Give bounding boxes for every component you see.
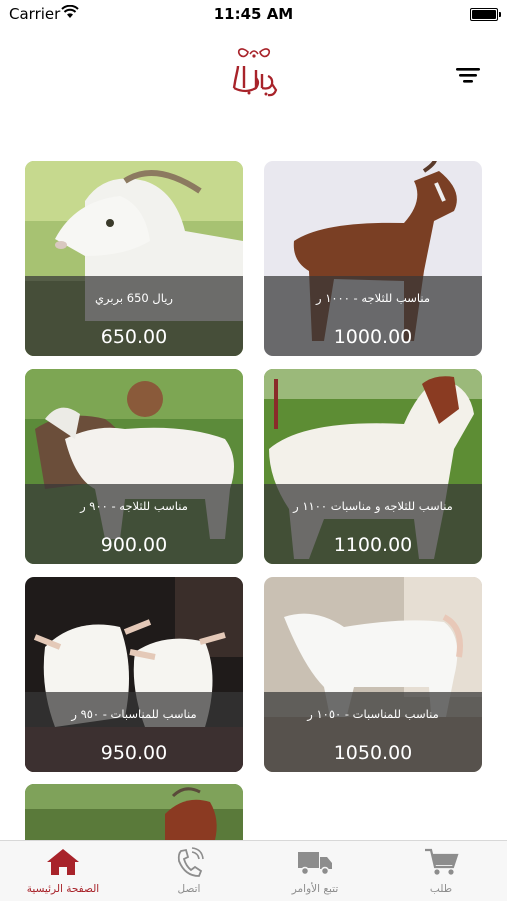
product-price: 950.00 — [100, 742, 168, 764]
tab-home[interactable]: الصفحة الرئيسية — [0, 841, 126, 901]
product-card[interactable]: مناسب للمناسبات - ٩٥٠ ر 950.00 — [25, 577, 243, 772]
tab-track-orders[interactable]: تتبع الأوامر — [252, 841, 378, 901]
card-overlay: مناسب للثلاجه - ٩٠٠ ر 900.00 — [25, 484, 243, 564]
card-overlay: مناسب للثلاجه و مناسبات ١١٠٠ ر 1100.00 — [264, 484, 482, 564]
card-overlay: مناسب للثلاجه - ١٠٠٠ ر 1000.00 — [264, 276, 482, 356]
product-card[interactable]: مناسب للثلاجه - ٩٠٠ ر 900.00 — [25, 369, 243, 564]
product-card[interactable]: ريال 650 بربري 650.00 — [25, 161, 243, 356]
card-overlay: مناسب للمناسبات - ١٠٥٠ ر 1050.00 — [264, 692, 482, 772]
product-grid: ريال 650 بربري 650.00 مناسب للثلاجه - ١٠… — [0, 0, 507, 840]
home-icon — [47, 849, 79, 875]
product-price: 1100.00 — [333, 534, 413, 556]
product-description: مناسب للثلاجه - ١٠٠٠ ر — [315, 291, 431, 305]
tab-order-label: طلب — [429, 883, 453, 895]
product-price: 900.00 — [100, 534, 168, 556]
tab-track-orders-label: تتبع الأوامر — [291, 883, 339, 895]
product-price: 1000.00 — [333, 326, 413, 348]
product-description: ريال 650 بربري — [95, 291, 173, 305]
product-description: مناسب للمناسبات - ١٠٥٠ ر — [307, 707, 439, 721]
product-card[interactable]: مناسب للثلاجه - ١٠٠٠ ر 1000.00 — [264, 161, 482, 356]
tab-contact[interactable]: اتصل — [126, 841, 252, 901]
truck-icon — [298, 852, 332, 876]
product-card[interactable]: مناسب للثلاجه و مناسبات ١١٠٠ ر 1100.00 — [264, 369, 482, 564]
card-overlay: ريال 650 بربري 650.00 — [25, 276, 243, 356]
product-description: مناسب للثلاجه و مناسبات ١١٠٠ ر — [293, 499, 453, 513]
tab-bar: الصفحة الرئيسية اتصل تتبع الأوامر طلب — [0, 840, 507, 901]
tab-home-label: الصفحة الرئيسية — [26, 883, 100, 895]
tab-order[interactable]: طلب — [378, 841, 504, 901]
tab-contact-label: اتصل — [177, 883, 201, 895]
product-price: 650.00 — [100, 326, 168, 348]
cart-icon — [425, 848, 459, 875]
phone-icon — [177, 847, 204, 877]
card-overlay: مناسب للمناسبات - ٩٥٠ ر 950.00 — [25, 692, 243, 772]
goat-photo — [25, 784, 243, 840]
product-card[interactable] — [25, 784, 243, 840]
product-description: مناسب للثلاجه - ٩٠٠ ر — [80, 499, 188, 513]
product-card[interactable]: مناسب للمناسبات - ١٠٥٠ ر 1050.00 — [264, 577, 482, 772]
product-price: 1050.00 — [333, 742, 413, 764]
product-description: مناسب للمناسبات - ٩٥٠ ر — [71, 707, 197, 721]
